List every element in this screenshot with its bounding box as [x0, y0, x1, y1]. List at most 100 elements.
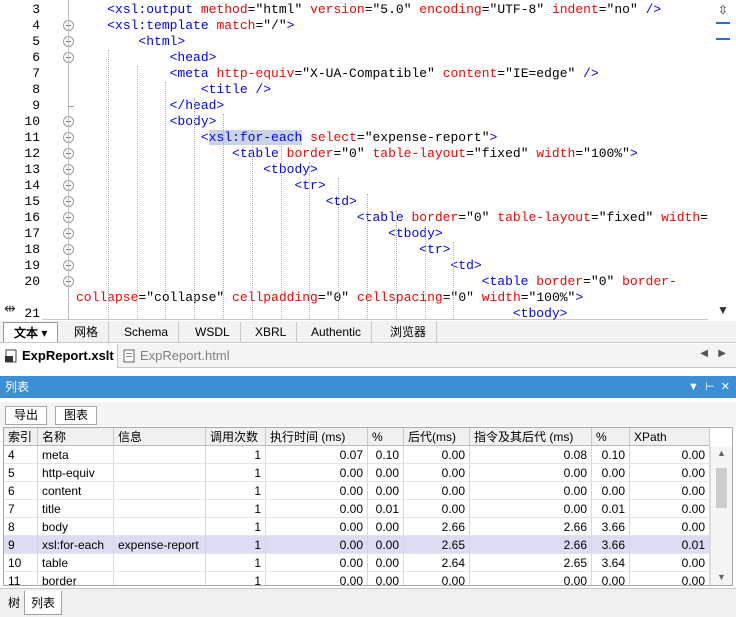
table-cell: 0.00 — [630, 518, 710, 536]
tab-wsdl[interactable]: WSDL — [185, 322, 241, 342]
horizontal-split-icon[interactable]: ⇹ — [4, 300, 16, 317]
code-editor[interactable]: 3 4 5 6 7 8 9 10 11 12 13 14 15 16 17 18 19 20 21 <xsl:out… — [0, 0, 736, 321]
table-cell — [114, 446, 206, 464]
line-number: 8 — [32, 82, 40, 97]
split-view-icon[interactable]: ⇳ — [717, 4, 729, 16]
line-number: 3 — [32, 2, 40, 17]
tab-tree[interactable]: 树 — [2, 591, 26, 615]
chart-button[interactable]: 图表 — [55, 406, 98, 425]
table-cell: 2.65 — [404, 536, 470, 554]
table-row[interactable]: 5 http-equiv 1 0.00 0.00 0.00 0.00 0.00 0.00 — [4, 464, 710, 482]
editor-vertical-scrollbar[interactable]: ⇳ ▼ — [708, 0, 736, 320]
column-header[interactable]: % — [368, 428, 404, 446]
tab-grid[interactable]: 网格 — [64, 322, 110, 342]
tabs-scroll-left-icon[interactable]: ◀ — [700, 348, 708, 359]
line-number: 19 — [24, 258, 40, 273]
column-header[interactable]: % — [592, 428, 630, 446]
panel-close-icon[interactable]: ✕ — [721, 381, 730, 393]
file-tab-label: ExpReport.html — [140, 348, 230, 363]
table-cell: 3.66 — [592, 518, 630, 536]
line-number: 4 — [32, 18, 40, 33]
code-area[interactable]: <xsl:output method="html" version="5.0" … — [76, 0, 708, 320]
tab-xbrl[interactable]: XBRL — [245, 322, 298, 342]
line-number: 7 — [32, 66, 40, 81]
column-header[interactable]: 信息 — [114, 428, 206, 446]
table-row[interactable]: 10 table 1 0.00 0.00 2.64 2.65 3.64 0.00 — [4, 554, 710, 572]
table-cell: 3.66 — [592, 536, 630, 554]
code-line: <body> — [169, 114, 217, 129]
table-cell: 0.00 — [404, 572, 470, 585]
table-cell: 0.00 — [368, 464, 404, 482]
line-number: 6 — [32, 50, 40, 65]
code-line: <meta http-equiv="X-UA-Compatible" conte… — [169, 66, 599, 81]
table-cell: 0.00 — [368, 572, 404, 585]
list-toolbar: 导出 图表 — [0, 402, 736, 426]
table-cell: 2.65 — [470, 554, 592, 572]
table-row[interactable]: 7 title 1 0.00 0.01 0.00 0.00 0.01 0.00 — [4, 500, 710, 518]
table-cell: 0.00 — [630, 572, 710, 585]
table-cell: 1 — [206, 572, 266, 585]
code-line: collapse="collapse" cellpadding="0" cell… — [76, 290, 584, 305]
table-cell: http-equiv — [38, 464, 114, 482]
tab-text[interactable]: 文本 ▾ — [3, 322, 59, 342]
table-cell — [114, 464, 206, 482]
table-vertical-scrollbar[interactable]: ▲ ▼ — [710, 446, 732, 585]
table-cell: 0.00 — [368, 536, 404, 554]
tab-authentic[interactable]: Authentic — [301, 322, 373, 342]
table-cell: 0.00 — [592, 464, 630, 482]
table-row[interactable]: 8 body 1 0.00 0.00 2.66 2.66 3.66 0.00 — [4, 518, 710, 536]
table-cell: 6 — [4, 482, 38, 500]
column-header[interactable]: 后代(ms) — [404, 428, 470, 446]
table-cell: 0.00 — [266, 536, 368, 554]
column-header[interactable]: 执行时间 (ms) — [266, 428, 368, 446]
scroll-down-icon[interactable]: ▼ — [717, 572, 726, 582]
table-cell: border — [38, 572, 114, 585]
panel-pin-icon[interactable]: ⊢ — [705, 381, 715, 393]
tab-list[interactable]: 列表 — [24, 591, 63, 615]
table-cell: 0.00 — [630, 482, 710, 500]
table-cell: 1 — [206, 554, 266, 572]
file-tab-label: ExpReport.xslt — [22, 348, 114, 363]
table-row[interactable]: 4 meta 1 0.07 0.10 0.00 0.08 0.10 0.00 — [4, 446, 710, 464]
file-tabs: ExpReport.xslt ExpReport.html ◀ ▶ — [0, 344, 736, 368]
column-header[interactable]: 指令及其后代 (ms) — [470, 428, 592, 446]
file-tab-xslt[interactable]: ExpReport.xslt — [0, 344, 118, 368]
table-row[interactable]: 11 border 1 0.00 0.00 0.00 0.00 0.00 0.00 — [4, 572, 710, 585]
code-line: <title /> — [200, 82, 272, 97]
column-header[interactable]: 调用次数 — [206, 428, 266, 446]
column-header[interactable]: 索引 — [4, 428, 38, 446]
table-cell: 0.00 — [266, 500, 368, 518]
table-cell: 0.01 — [368, 500, 404, 518]
table-cell: 0.00 — [592, 482, 630, 500]
table-cell: 0.00 — [404, 482, 470, 500]
tab-schema[interactable]: Schema — [114, 322, 180, 342]
table-row[interactable]: 6 content 1 0.00 0.00 0.00 0.00 0.00 0.00 — [4, 482, 710, 500]
panel-menu-icon[interactable]: ▼ — [688, 381, 699, 393]
table-cell: 0.00 — [266, 518, 368, 536]
scroll-down-icon[interactable]: ▼ — [717, 304, 729, 316]
column-header[interactable]: XPath — [630, 428, 710, 446]
table-cell: 0.00 — [470, 464, 592, 482]
table-cell: 0.07 — [266, 446, 368, 464]
export-button[interactable]: 导出 — [5, 406, 48, 425]
tab-browser[interactable]: 浏览器 — [380, 322, 438, 342]
column-header[interactable]: 名称 — [38, 428, 114, 446]
fold-margin — [42, 0, 76, 320]
table-cell: body — [38, 518, 114, 536]
table-cell: 0.00 — [404, 500, 470, 518]
tabs-scroll-right-icon[interactable]: ▶ — [718, 348, 726, 359]
table-cell: 0.00 — [266, 554, 368, 572]
line-number: 14 — [24, 178, 40, 193]
table-cell: title — [38, 500, 114, 518]
table-cell: 0.10 — [592, 446, 630, 464]
table-cell — [114, 482, 206, 500]
table-cell: 0.00 — [368, 554, 404, 572]
table-row[interactable]: 9 xsl:for-each expense-report 1 0.00 0.00 2.65… — [4, 536, 710, 554]
line-number: 15 — [24, 194, 40, 209]
scroll-up-icon[interactable]: ▲ — [717, 448, 726, 458]
table-cell: 1 — [206, 446, 266, 464]
file-tab-html[interactable]: ExpReport.html — [118, 344, 248, 368]
table-cell: 0.00 — [368, 482, 404, 500]
table-cell: 0.00 — [470, 500, 592, 518]
list-panel-header: 列表 ▼ ⊢ ✕ — [0, 376, 736, 398]
